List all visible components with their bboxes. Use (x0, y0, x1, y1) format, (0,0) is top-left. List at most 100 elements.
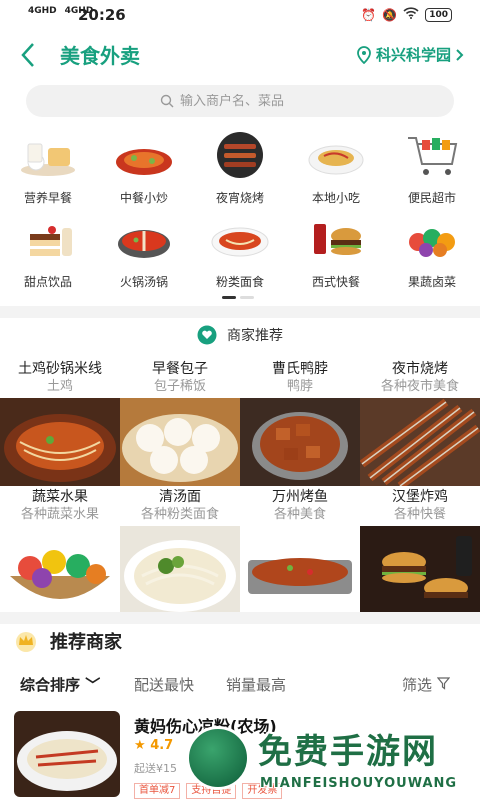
tile-photo (0, 526, 120, 614)
category-label: 营养早餐 (23, 191, 72, 205)
sort-fastest[interactable]: 配送最快 (134, 674, 194, 695)
tile-subtitle: 包子稀饭 (153, 379, 206, 394)
tile-name: 汉堡炸鸡 (392, 489, 448, 505)
section-title: 商家推荐 (227, 328, 283, 344)
snacks-image (306, 130, 366, 180)
category-produce-deli[interactable]: 果蔬卤菜 (384, 214, 480, 294)
network-label-1: 4GHD (28, 6, 57, 16)
recommend-tile[interactable]: 曹氏鸭脖 鸭脖 (240, 360, 360, 486)
category-label: 火锅汤锅 (119, 275, 168, 289)
category-noodles[interactable]: 粉类面食 (192, 214, 288, 294)
clock: 20:26 (78, 6, 126, 24)
category-label: 甜点饮品 (23, 275, 72, 289)
bbq-image (210, 130, 270, 180)
page-title: 美食外卖 (60, 44, 140, 68)
store-tag: 首单减7 (134, 783, 181, 799)
header: 美食外卖 科兴科学园 (0, 30, 480, 80)
star-icon: ★ (134, 738, 146, 753)
page-dot (240, 296, 254, 299)
watermark-subtext: MIANFEISHOUYOUWANG (260, 776, 458, 791)
location-selector[interactable]: 科兴科学园 (356, 44, 464, 65)
battery-indicator: 100 (425, 7, 452, 22)
heart-icon (197, 325, 217, 345)
dessert-image (18, 214, 78, 264)
tile-name: 土鸡砂锅米线 (18, 361, 102, 377)
wifi-icon (403, 7, 419, 22)
store-thumbnail (14, 711, 120, 797)
search-input[interactable] (180, 93, 320, 109)
section-divider (0, 612, 480, 624)
category-label: 便民超市 (407, 191, 456, 205)
category-desserts[interactable]: 甜点饮品 (0, 214, 96, 294)
tile-subtitle: 各种夜市美食 (380, 379, 459, 394)
category-label: 本地小吃 (311, 191, 360, 205)
tile-photo (120, 526, 240, 614)
tile-name: 清汤面 (159, 489, 201, 505)
category-supermarket[interactable]: 便民超市 (384, 130, 480, 210)
store-rating: ★ 4.7 (134, 738, 173, 753)
tile-photo (120, 398, 240, 486)
section-title: 推荐商家 (50, 632, 122, 653)
tile-name: 夜市烧烤 (392, 361, 448, 377)
tile-photo (240, 526, 360, 614)
alarm-icon: ⏰ (361, 7, 377, 22)
tile-photo (360, 398, 480, 486)
category-label: 夜宵烧烤 (215, 191, 264, 205)
chevron-right-icon (456, 48, 464, 61)
chevron-left-icon (21, 43, 34, 67)
produce-image (402, 214, 462, 264)
category-bbq[interactable]: 夜宵烧烤 (192, 130, 288, 210)
category-label: 粉类面食 (215, 275, 264, 289)
tile-subtitle: 各种美食 (273, 507, 326, 522)
watermark-text: 免费手游网 (258, 732, 438, 772)
recommend-tile[interactable]: 土鸡砂锅米线 土鸡 (0, 360, 120, 486)
tile-subtitle: 各种粉类面食 (140, 507, 219, 522)
category-breakfast[interactable]: 营养早餐 (0, 130, 96, 210)
tile-name: 蔬菜水果 (32, 489, 88, 505)
filter-button[interactable]: 筛选 (402, 674, 451, 695)
category-local-snacks[interactable]: 本地小吃 (288, 130, 384, 210)
cart-image (402, 130, 462, 180)
tile-subtitle: 各种快餐 (393, 507, 446, 522)
location-pin-icon (357, 45, 371, 64)
sort-bar: 综合排序 ﹀ 配送最快 销量最高 筛选 (0, 672, 480, 696)
recommend-tile[interactable]: 万州烤鱼 各种美食 (240, 488, 360, 614)
tile-name: 早餐包子 (152, 361, 208, 377)
watermark-logo (186, 726, 250, 790)
tile-photo (240, 398, 360, 486)
recommend-tile[interactable]: 夜市烧烤 各种夜市美食 (360, 360, 480, 486)
category-western-fastfood[interactable]: 西式快餐 (288, 214, 384, 294)
tile-subtitle: 各种蔬菜水果 (20, 507, 99, 522)
recommend-tile[interactable]: 蔬菜水果 各种蔬菜水果 (0, 488, 120, 614)
tile-photo (0, 398, 120, 486)
sort-top-sales[interactable]: 销量最高 (226, 674, 286, 695)
burger-image (306, 214, 366, 264)
merchant-recommend-header: 商家推荐 (0, 320, 480, 350)
mute-icon: 🔕 (382, 7, 398, 22)
chevron-down-icon: ﹀ (85, 676, 101, 694)
search-bar[interactable] (26, 85, 454, 117)
location-label: 科兴科学园 (375, 46, 451, 64)
crown-icon (16, 632, 36, 652)
recommended-merchants-header: 推荐商家 (14, 628, 122, 654)
tile-name: 万州烤鱼 (272, 489, 328, 505)
category-label: 中餐小炒 (119, 191, 168, 205)
stirfry-image (114, 130, 174, 180)
sort-comprehensive[interactable]: 综合排序 ﹀ (20, 674, 100, 695)
recommend-tile[interactable]: 清汤面 各种粉类面食 (120, 488, 240, 614)
noodles-image (210, 214, 270, 264)
category-chinese-stirfry[interactable]: 中餐小炒 (96, 130, 192, 210)
hotpot-image (114, 214, 174, 264)
search-icon (160, 94, 174, 108)
section-divider (0, 306, 480, 318)
category-label: 果蔬卤菜 (407, 275, 456, 289)
category-hotpot[interactable]: 火锅汤锅 (96, 214, 192, 294)
filter-label: 筛选 (402, 676, 433, 694)
watermark: 免费手游网 MIANFEISHOUYOUWANG (186, 720, 476, 800)
page-indicator (222, 296, 254, 299)
back-button[interactable] (14, 40, 44, 70)
recommend-tile[interactable]: 汉堡炸鸡 各种快餐 (360, 488, 480, 614)
recommend-tile[interactable]: 早餐包子 包子稀饭 (120, 360, 240, 486)
rating-value: 4.7 (150, 738, 174, 753)
tile-photo (360, 526, 480, 614)
